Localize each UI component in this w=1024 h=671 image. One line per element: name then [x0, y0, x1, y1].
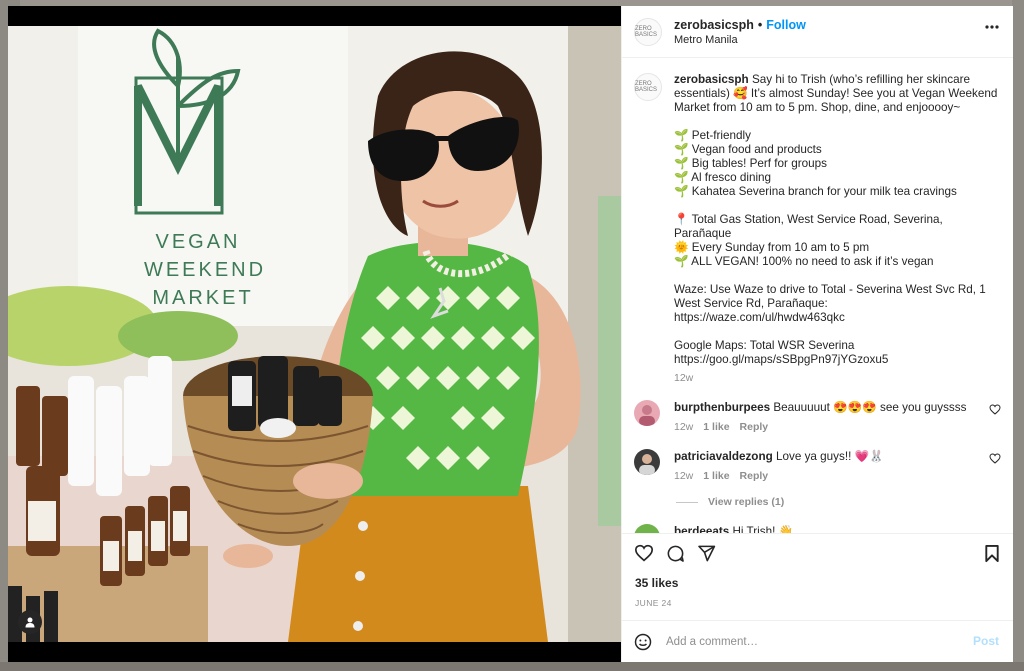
background-right	[1012, 0, 1024, 671]
like-comment-heart-icon[interactable]	[989, 404, 1001, 415]
commenter-avatar[interactable]	[634, 449, 660, 475]
person-icon	[25, 617, 35, 628]
post-media[interactable]: VEGAN WEEKEND MARKET	[8, 6, 621, 662]
comment-text: Love ya guys!! 💗🐰	[775, 450, 884, 463]
avatar-image-icon	[634, 400, 660, 426]
post-side-panel: ZERO BASICS zerobasicsph • Follow Metro Ma…	[621, 6, 1013, 662]
banner-text-3: MARKET	[152, 287, 253, 309]
replies-divider-line	[676, 501, 698, 503]
post-date[interactable]: JUNE 24	[622, 598, 1013, 608]
comment-bubble-icon[interactable]	[666, 544, 685, 563]
more-horizontal-icon[interactable]	[985, 25, 999, 29]
post-actions: 35 likes JUNE 24	[622, 533, 1013, 619]
caption-author-avatar[interactable]: ZERO BASICS	[634, 73, 662, 101]
post-location[interactable]: Metro Manila	[674, 34, 806, 46]
post-comment-button[interactable]: Post	[973, 634, 999, 648]
author-username[interactable]: zerobasicsph	[674, 18, 754, 32]
share-send-icon[interactable]	[697, 544, 716, 563]
caption-username[interactable]: zerobasicsph	[674, 73, 749, 86]
view-replies-label: View replies (1)	[708, 496, 785, 508]
tagged-users-button[interactable]	[18, 610, 42, 634]
avatar-logo-text: ZERO BASICS	[635, 25, 658, 38]
comment-likes[interactable]: 1 like	[703, 421, 729, 433]
post-caption: ZERO BASICS zerobasicsph Say hi to Trish…	[622, 59, 1013, 384]
reply-button[interactable]: Reply	[740, 421, 769, 433]
comment-username[interactable]: patriciavaldezong	[674, 450, 773, 463]
commenter-avatar[interactable]	[634, 400, 660, 426]
banner-text-1: VEGAN	[155, 231, 240, 253]
emoji-smiley-icon[interactable]	[634, 633, 652, 651]
comment-username[interactable]: burpthenburpees	[674, 401, 770, 414]
add-comment-bar: Post	[622, 620, 1013, 663]
post-photo[interactable]: VEGAN WEEKEND MARKET	[8, 26, 621, 642]
reply-button[interactable]: Reply	[740, 470, 769, 482]
comments-scroll-area[interactable]: ZERO BASICS zerobasicsph Say hi to Trish…	[622, 59, 1013, 539]
comment-item: burpthenburpees Beauuuuut 😍😍😍 see you gu…	[622, 400, 1013, 433]
caption-timestamp[interactable]: 12w	[674, 372, 1001, 384]
post-header: ZERO BASICS zerobasicsph • Follow Metro Ma…	[622, 6, 1013, 58]
save-bookmark-icon[interactable]	[984, 544, 1000, 563]
action-icon-row	[622, 534, 1013, 574]
separator-dot: •	[757, 17, 763, 32]
comment-likes[interactable]: 1 like	[703, 470, 729, 482]
comment-time[interactable]: 12w	[674, 470, 693, 482]
market-photo-illustration: VEGAN WEEKEND MARKET	[8, 26, 621, 642]
comment-item: patriciavaldezong Love ya guys!! 💗🐰 12w 1…	[622, 449, 1013, 482]
like-heart-icon[interactable]	[634, 544, 654, 562]
caption-text: Say hi to Trish (who’s refilling her ski…	[674, 73, 998, 366]
view-replies-button[interactable]: View replies (1)	[622, 496, 1013, 508]
author-info: zerobasicsph • Follow Metro Manila	[674, 18, 806, 46]
comment-text: Beauuuuut 😍😍😍 see you guyssss	[773, 401, 967, 414]
follow-button[interactable]: Follow	[766, 18, 806, 32]
vegan-market-banner	[78, 26, 348, 326]
banner-text-2: WEEKEND	[144, 259, 266, 281]
avatar-logo-text: ZERO BASICS	[635, 81, 658, 93]
like-comment-heart-icon[interactable]	[989, 453, 1001, 464]
avatar-image-icon	[634, 449, 660, 475]
comment-input[interactable]	[664, 635, 958, 649]
like-count[interactable]: 35 likes	[622, 576, 1013, 590]
author-avatar[interactable]: ZERO BASICS	[634, 17, 662, 46]
background-bottom	[0, 662, 1024, 671]
comment-time[interactable]: 12w	[674, 421, 693, 433]
